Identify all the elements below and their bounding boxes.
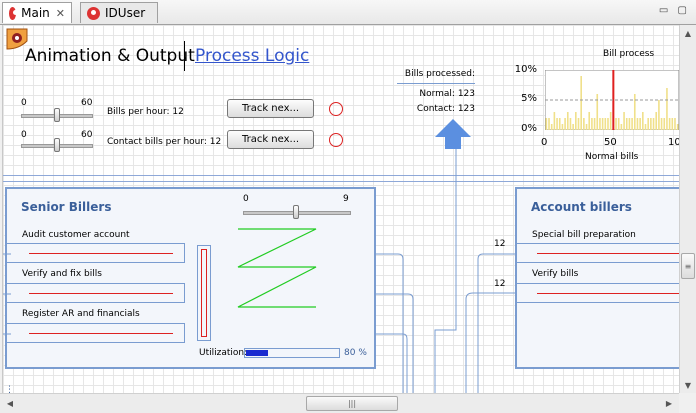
window-controls[interactable]: ▭ ▢ (659, 5, 690, 16)
tab-main[interactable]: Main ✕ (2, 2, 72, 23)
scroll-down-icon[interactable]: ▼ (680, 377, 696, 393)
anylogic-icon (87, 6, 100, 20)
tab-bar: Main ✕ IDUser ▭ ▢ (0, 0, 696, 25)
tab-label: Main (21, 6, 50, 20)
task-label: Verify bills (532, 269, 579, 279)
horizontal-scrollbar[interactable]: ◀ ||| ▶ (0, 393, 679, 413)
anylogic-icon (9, 6, 19, 20)
tab-iduser[interactable]: IDUser (80, 2, 158, 23)
task-label: Special bill preparation (532, 230, 636, 240)
tab-label: IDUser (105, 6, 146, 20)
panel-title: Account billers (531, 200, 632, 214)
flow-count: 12 (494, 239, 506, 249)
close-icon[interactable]: ✕ (56, 7, 65, 20)
queue-line (537, 253, 679, 254)
vertical-scroll-thumb[interactable]: ≡ (681, 253, 695, 279)
ellipsis-marker: ⋮ (5, 385, 14, 393)
vertical-scrollbar[interactable]: ▲ ≡ ▼ (679, 25, 696, 393)
scroll-left-icon[interactable]: ◀ (2, 395, 18, 411)
queue-line (537, 293, 679, 294)
model-canvas[interactable]: Animation & Output Process Logic 0 60 Bi… (2, 25, 679, 393)
flow-count: 12 (494, 279, 506, 289)
scroll-up-icon[interactable]: ▲ (680, 25, 696, 41)
horizontal-scroll-thumb[interactable]: ||| (306, 396, 398, 411)
scroll-right-icon[interactable]: ▶ (661, 395, 677, 411)
